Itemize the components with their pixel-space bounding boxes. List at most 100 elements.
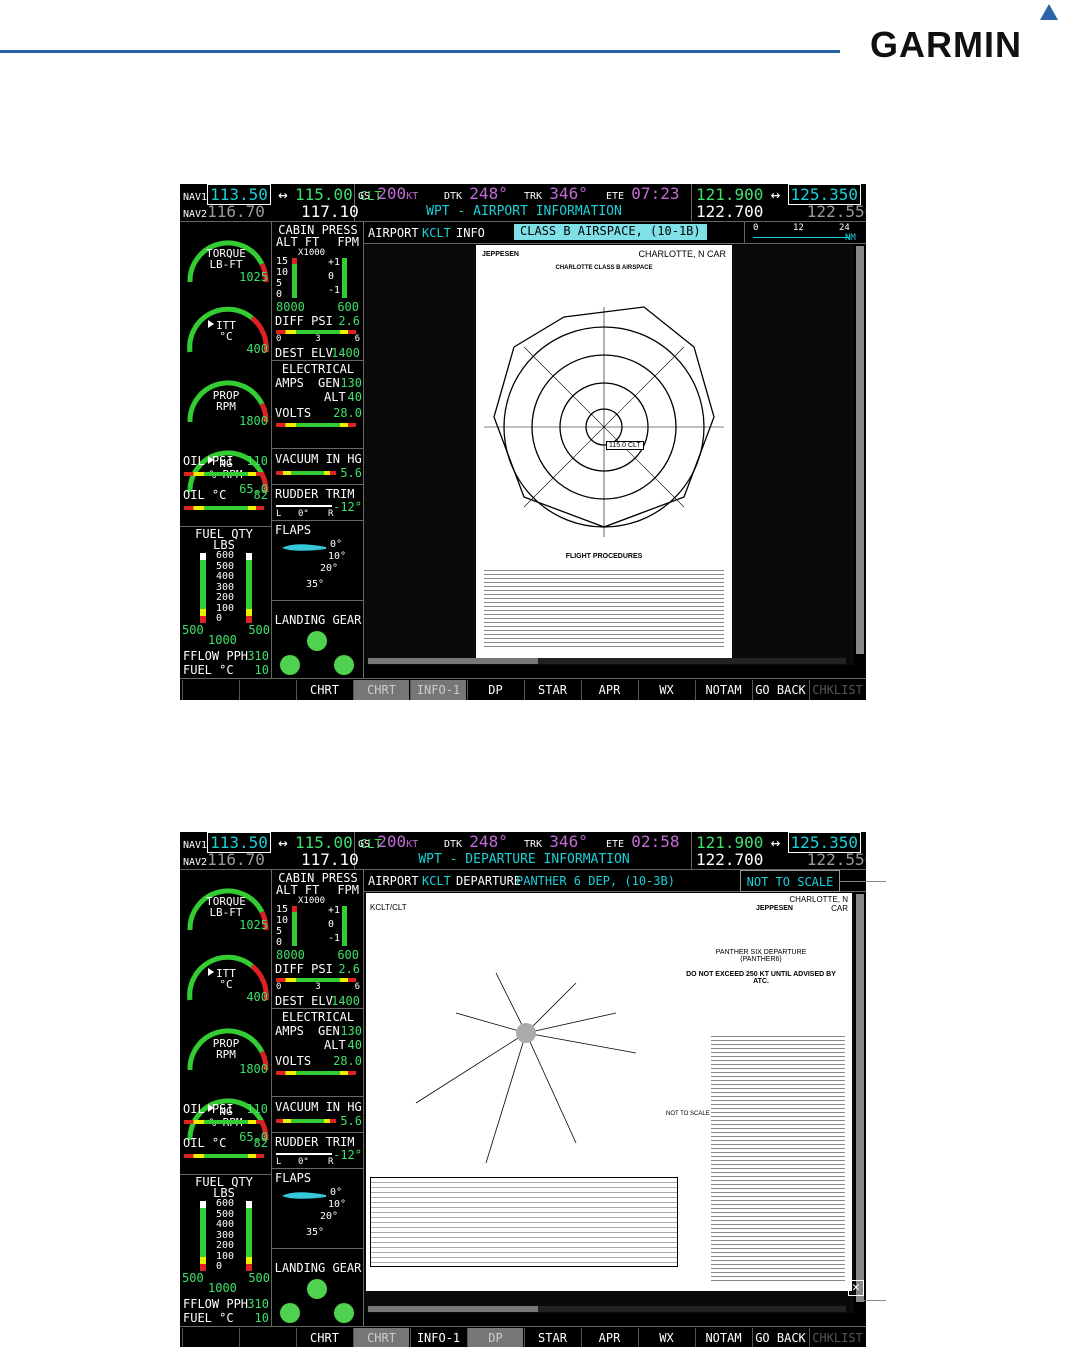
nav2-standby-freq[interactable]: 117.10 [301, 202, 359, 221]
fuel-tick: 200 [216, 592, 235, 603]
vertical-scrollbar[interactable] [856, 246, 864, 654]
swap-arrow-icon[interactable]: ↔ [771, 185, 781, 204]
diff-psi-tick: 6 [354, 982, 360, 992]
softkey-chklist[interactable]: CHKLIST [809, 1328, 865, 1347]
softkey-go-back[interactable]: GO BACK [752, 1328, 808, 1347]
cabin-alt-bar [292, 258, 297, 298]
fuel-tick: 600 [216, 550, 235, 561]
com-radio-box[interactable]: 121.900 ↔ 125.350 COM1 122.700 122.550 C… [693, 832, 866, 870]
softkey-star[interactable]: STAR [524, 680, 580, 700]
vacuum-bar [276, 1119, 336, 1123]
cabin-fpm-ticks: +1 0 -1 [328, 904, 340, 946]
dest-elev-value: 1400 [331, 346, 360, 360]
com2-standby-freq[interactable]: 122.550 [807, 850, 866, 869]
chart-name-field[interactable]: PANTHER 6 DEP, (10-3B) [516, 870, 675, 892]
electrical-section: ELECTRICAL AMPS GEN 130 ALT 40 VOLTS 28.… [272, 360, 364, 448]
swap-arrow-icon[interactable]: ↔ [278, 185, 288, 204]
softkey-chrt[interactable]: CHRT [353, 1328, 409, 1347]
engine-indication-strip: TORQUE LB-FT 1025 ITT °C 400 PROP RPM 18… [180, 870, 272, 1326]
softkey-dp[interactable]: DP [467, 1328, 523, 1347]
diff-psi-tick: 3 [315, 982, 321, 992]
softkey-apr[interactable]: APR [581, 1328, 637, 1347]
softkey-star[interactable]: STAR [524, 1328, 580, 1347]
swap-arrow-icon[interactable]: ↔ [771, 833, 781, 852]
scroll-thumb[interactable] [368, 1306, 538, 1312]
cabin-fpm-bar [342, 906, 347, 946]
departure-table [370, 1177, 678, 1267]
softkey-chklist[interactable]: CHKLIST [809, 680, 865, 700]
oil-psi-bar [184, 472, 264, 476]
softkey-chrt[interactable]: CHRT [353, 680, 409, 700]
page-title: WPT - DEPARTURE INFORMATION [418, 852, 630, 867]
diff-psi-value: 2.6 [338, 314, 360, 328]
airport-ident[interactable]: KCLT [422, 870, 451, 892]
departure-chart-page: KCLT/CLT JEPPESEN CHARLOTTE, N CAR PANTHER … [366, 893, 852, 1291]
fuel-temp-value: 10 [254, 663, 269, 677]
prop-value: 1800 [239, 414, 268, 428]
nav2-active-freq[interactable]: 116.70 [207, 202, 265, 221]
nav-radio-box[interactable]: NAV1 113.50 ↔ 115.00 CLT NAV2116.70 117.1… [180, 832, 382, 870]
fuel-left-value: 500 [182, 1271, 204, 1285]
com2-standby-freq[interactable]: 122.550 [807, 202, 866, 221]
softkey-go-back[interactable]: GO BACK [752, 680, 808, 700]
chart-view: AIRPORT KCLT INFO CLASS B AIRSPACE, (10-… [364, 222, 866, 678]
map-scale: NOT TO SCALE [740, 870, 840, 892]
engine-indication-strip: TORQUE LB-FT 1025 ITT °C 400 PROP RPM 18… [180, 222, 272, 678]
diff-psi-ticks: 0 3 6 [276, 982, 360, 992]
torque-unit: LB-FT [209, 258, 243, 271]
chart-name-field[interactable]: CLASS B AIRSPACE, (10-1B) [514, 224, 707, 240]
cabin-alt-label: ALT FT [276, 235, 320, 249]
softkey-chrt-opt[interactable]: CHRT OPT [296, 1328, 352, 1347]
chart-image[interactable]: KCLT/CLT JEPPESEN CHARLOTTE, N CAR PANTHER … [364, 893, 854, 1313]
oil-psi-value: 110 [246, 454, 268, 468]
dtk-label: DTK [444, 191, 463, 202]
close-icon[interactable]: ✕ [848, 1280, 864, 1296]
softkey-info-1[interactable]: INFO-1 [410, 1328, 466, 1347]
softkey-blank[interactable] [239, 1328, 295, 1347]
vacuum-label: VACUUM IN HG [275, 452, 362, 466]
rudder-trim-left: L [276, 509, 282, 519]
right-gear-indicator [334, 655, 354, 675]
softkey-dp[interactable]: DP [467, 680, 523, 700]
softkey-info-1[interactable]: INFO-1 [410, 680, 466, 700]
airport-ident[interactable]: KCLT [422, 222, 451, 244]
amps-label: AMPS [275, 376, 304, 390]
softkey-notam[interactable]: NOTAM [695, 680, 751, 700]
softkey-blank[interactable] [182, 1328, 238, 1347]
softkey-blank[interactable] [182, 680, 238, 700]
cabin-multiplier: X1000 [298, 248, 326, 258]
softkey-blank[interactable] [239, 680, 295, 700]
nav2-active-freq[interactable]: 116.70 [207, 850, 265, 869]
swap-arrow-icon[interactable]: ↔ [278, 833, 288, 852]
softkey-apr[interactable]: APR [581, 680, 637, 700]
gen-value: 130 [340, 1024, 362, 1038]
nav-data-bar: GS 200KT DTK 248° TRK 346° ETE 07:23 WPT… [356, 184, 692, 222]
gen-label: GEN [318, 376, 340, 390]
fuel-left-value: 500 [182, 623, 204, 637]
softkey-notam[interactable]: NOTAM [695, 1328, 751, 1347]
rudder-trim-left: L [276, 1157, 282, 1167]
nav-radio-box[interactable]: NAV1 113.50 ↔ 115.00 CLT NAV2116.70 117.1… [180, 184, 382, 222]
chart-image[interactable]: JEPPESEN CHARLOTTE, N CAR CHARLOTTE CLASS … [364, 245, 854, 665]
vertical-scrollbar[interactable] [856, 894, 864, 1302]
softkey-bar: CHRT OPTCHRTINFO-1DPSTARAPRWXNOTAMGO BAC… [180, 1326, 866, 1347]
softkey-wx[interactable]: WX [638, 1328, 694, 1347]
ete-label: ETE [606, 191, 625, 202]
scroll-thumb[interactable] [368, 658, 538, 664]
horizontal-scrollbar[interactable] [368, 658, 846, 664]
nav-data-bar: GS 200KT DTK 248° TRK 346° ETE 02:58 WPT… [356, 832, 692, 870]
scale-tick: 12 [793, 223, 804, 233]
fuel-tick: 200 [216, 1240, 235, 1251]
cabin-alt-ticks: 15 10 5 0 [276, 256, 288, 300]
com2-active-freq[interactable]: 122.700 [696, 850, 763, 869]
softkey-chrt-opt[interactable]: CHRT OPT [296, 680, 352, 700]
nav2-standby-freq[interactable]: 117.10 [301, 850, 359, 869]
fuel-tick: 400 [216, 571, 235, 582]
rudder-trim-value: -12° [333, 1148, 362, 1162]
softkey-wx[interactable]: WX [638, 680, 694, 700]
oil-psi-bar [184, 1120, 264, 1124]
top-status-bar: NAV1 113.50 ↔ 115.00 CLT NAV2116.70 117.1… [180, 832, 866, 870]
cabin-fpm-tick: +1 [328, 257, 341, 268]
oil-temp-bar [184, 506, 264, 510]
horizontal-scrollbar[interactable] [368, 1306, 846, 1312]
